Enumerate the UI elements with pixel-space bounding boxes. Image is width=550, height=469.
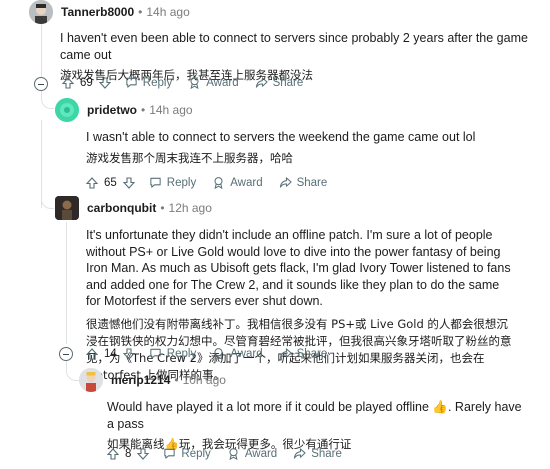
vote-count: 69 — [80, 76, 93, 89]
comment-header: pridetwo • 14h ago — [55, 98, 193, 122]
downvote-icon[interactable] — [137, 447, 150, 460]
award-label: Award — [206, 76, 239, 89]
downvote-icon[interactable] — [122, 347, 135, 360]
award-icon — [214, 177, 223, 189]
thread-connector — [66, 360, 79, 381]
reply-button[interactable]: Reply — [149, 176, 196, 189]
comment-actions: 8 Reply Award Share — [107, 447, 342, 460]
vote-group: 14 — [86, 348, 135, 360]
user-avatar-icon — [79, 368, 103, 392]
upvote-icon[interactable] — [86, 347, 98, 360]
collapse-thread-button[interactable] — [34, 77, 48, 91]
award-label: Award — [244, 447, 278, 460]
comment-actions: 65 Reply Award Share — [86, 176, 327, 189]
reply-icon — [150, 177, 161, 188]
user-avatar-icon — [55, 98, 79, 122]
share-label: Share — [296, 347, 328, 360]
timestamp[interactable]: 10h ago — [183, 373, 226, 387]
comment-header: merip1214 • 10h ago — [79, 368, 226, 392]
separator-dot: • — [138, 5, 143, 19]
user-avatar-icon — [29, 0, 53, 24]
separator-dot: • — [174, 373, 179, 387]
comment-body: It's unfortunate they didn't include an … — [86, 227, 514, 384]
username[interactable]: pridetwo — [87, 103, 137, 117]
share-button[interactable]: Share — [279, 176, 328, 189]
comment-text-en: Would have played it a lot more if it co… — [107, 400, 522, 431]
share-label: Share — [272, 76, 304, 89]
reply-button[interactable]: Reply — [163, 447, 211, 460]
award-button[interactable]: Award — [188, 76, 239, 89]
collapse-thread-button[interactable] — [59, 347, 73, 361]
comment-text-cn: 游戏发售那个周末我连不上服务器，哈哈 — [86, 150, 293, 165]
timestamp[interactable]: 14h ago — [149, 103, 192, 117]
downvote-icon[interactable] — [98, 76, 111, 89]
thread-connector — [41, 90, 54, 109]
vote-count: 8 — [125, 447, 132, 460]
comment-actions: 14 Reply Award Share — [86, 347, 327, 360]
comment-header: carbonqubit • 12h ago — [55, 196, 212, 220]
separator-dot: • — [160, 201, 165, 215]
reply-label: Reply — [166, 176, 197, 189]
share-button[interactable]: Share — [279, 347, 328, 360]
user-avatar-icon — [55, 196, 79, 220]
comment-body: I wasn't able to connect to servers the … — [86, 129, 536, 167]
award-button[interactable]: Award — [212, 176, 263, 189]
avatar[interactable] — [29, 0, 53, 24]
award-icon — [190, 77, 199, 89]
share-icon — [255, 77, 268, 88]
award-button[interactable]: Award — [227, 447, 277, 460]
username[interactable]: carbonqubit — [87, 201, 156, 215]
thread-line — [66, 222, 67, 344]
share-button[interactable]: Share — [255, 76, 304, 89]
reply-button[interactable]: Reply — [125, 76, 172, 89]
thread-line — [41, 22, 42, 82]
share-icon — [294, 448, 306, 459]
award-icon — [229, 448, 238, 460]
vote-group: 65 — [86, 177, 135, 189]
reply-label: Reply — [181, 447, 211, 460]
avatar[interactable] — [55, 196, 79, 220]
award-label: Award — [230, 176, 263, 189]
award-button[interactable]: Award — [212, 347, 263, 360]
username[interactable]: Tannerb8000 — [61, 5, 134, 19]
reply-label: Reply — [142, 76, 173, 89]
reply-icon — [126, 77, 137, 88]
vote-count: 65 — [104, 176, 117, 189]
separator-dot: • — [141, 103, 146, 117]
share-button[interactable]: Share — [293, 447, 342, 460]
timestamp[interactable]: 14h ago — [146, 5, 189, 19]
comment-text-en: It's unfortunate they didn't include an … — [86, 228, 511, 308]
award-label: Award — [230, 347, 263, 360]
vote-count: 14 — [104, 347, 117, 360]
award-icon — [214, 348, 223, 360]
upvote-icon[interactable] — [107, 447, 119, 460]
vote-group: 8 — [107, 447, 150, 460]
share-label: Share — [311, 447, 342, 460]
share-icon — [279, 177, 292, 188]
timestamp[interactable]: 12h ago — [169, 201, 212, 215]
comment-body: Would have played it a lot more if it co… — [107, 399, 527, 453]
reply-icon — [164, 448, 176, 459]
avatar[interactable] — [55, 98, 79, 122]
avatar[interactable] — [79, 368, 103, 392]
upvote-icon[interactable] — [86, 176, 98, 189]
downvote-icon[interactable] — [122, 176, 135, 189]
share-icon — [279, 348, 292, 359]
comment-actions: 69 Reply Award Share — [62, 76, 303, 89]
vote-group: 69 — [62, 77, 111, 89]
share-label: Share — [296, 176, 328, 189]
reply-label: Reply — [166, 347, 197, 360]
username[interactable]: merip1214 — [111, 373, 170, 387]
reply-icon — [150, 348, 161, 359]
reply-button[interactable]: Reply — [149, 347, 196, 360]
upvote-icon[interactable] — [62, 76, 74, 89]
comment-text-en: I wasn't able to connect to servers the … — [86, 130, 476, 144]
comment-text-en: I haven't even been able to connect to s… — [60, 31, 528, 62]
comment-header: Tannerb8000 • 14h ago — [29, 0, 190, 24]
